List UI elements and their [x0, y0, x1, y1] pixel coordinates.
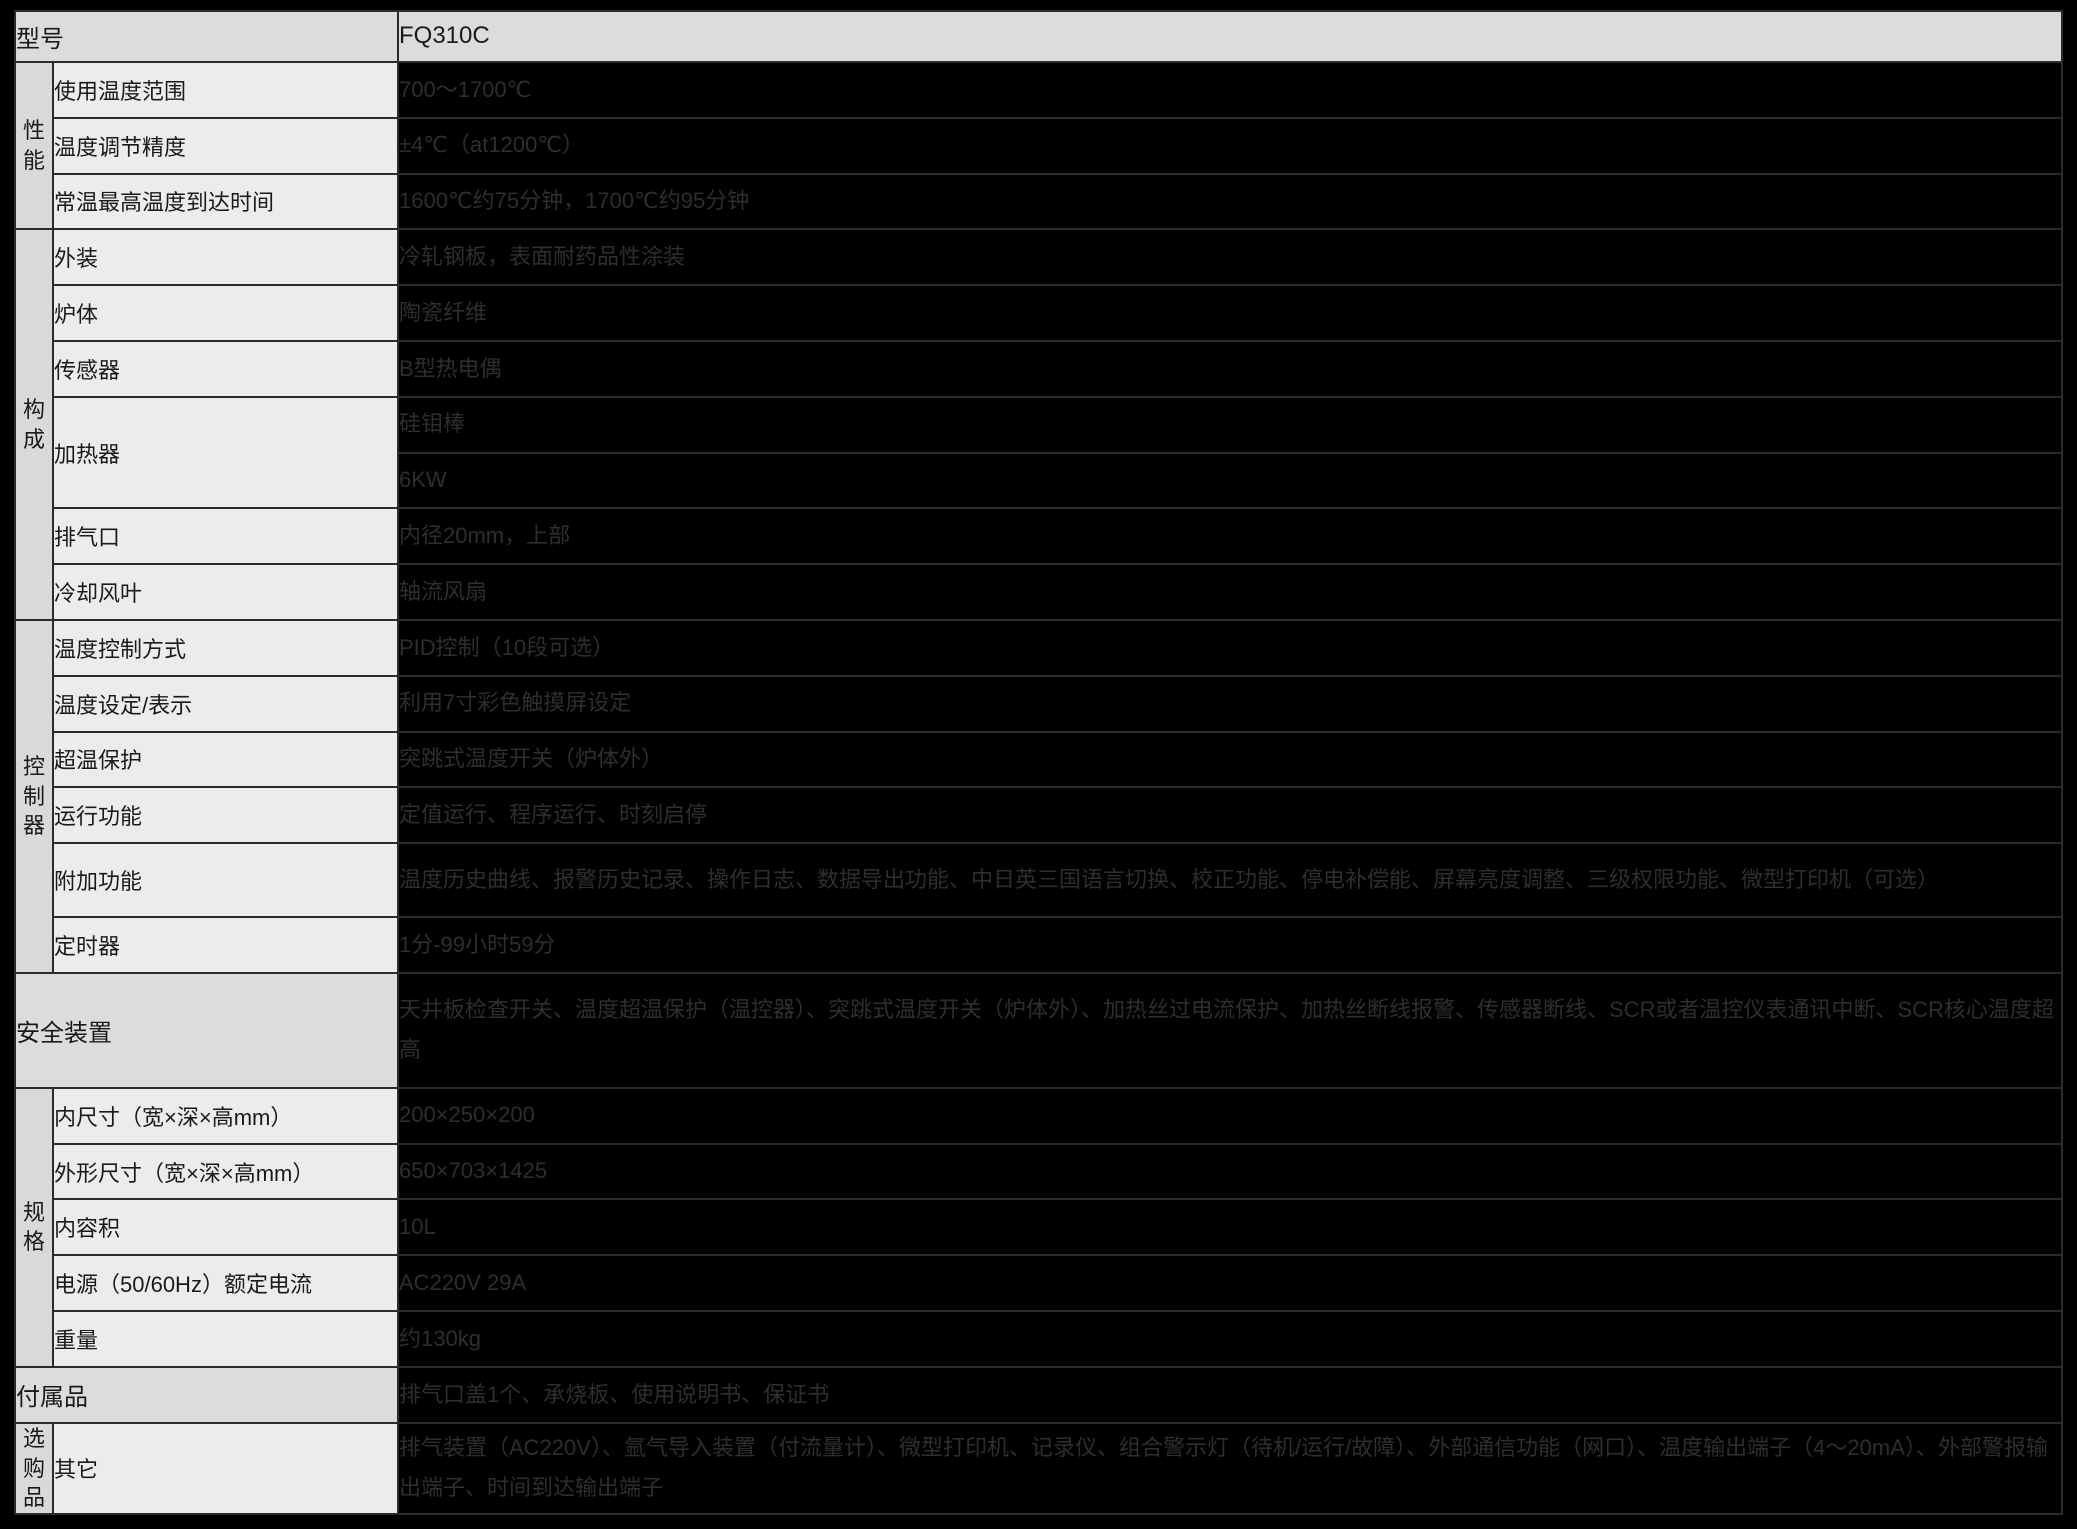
row-item-label-accessories: 付属品	[14, 1365, 399, 1424]
row-item-value-options: 排气装置（AC220V）、氩气导入装置（付流量计）、微型打印机、记录仪、组合警示…	[397, 1421, 2063, 1516]
row-item-value: 1分-99小时59分	[397, 916, 2063, 974]
row-item-value: 利用7寸彩色触摸屏设定	[397, 674, 2063, 733]
row-item-label: 使用温度范围	[52, 60, 399, 119]
row-item-label: 内容积	[52, 1198, 399, 1257]
row-item-value: PID控制（10段可选）	[397, 618, 2063, 677]
table-row: 电源（50/60Hz）额定电流 AC220V 29A	[15, 1254, 2063, 1313]
table-row: 温度设定/表示 利用7寸彩色触摸屏设定	[15, 674, 2063, 733]
row-item-label: 附加功能	[52, 842, 399, 919]
row-item-label-heater: 加热器	[52, 395, 399, 510]
table-row-safety: 安全装置 天井板检查开关、温度超温保护（温控器）、突跳式温度开关（炉体外）、加热…	[14, 971, 2063, 1089]
row-item-label: 排气口	[52, 507, 399, 566]
table-row-accessories: 付属品 排气口盖1个、承烧板、使用说明书、保证书	[14, 1365, 2063, 1424]
table-row: 常温最高温度到达时间 1600℃约75分钟，1700℃约95分钟	[15, 172, 2063, 231]
row-item-label: 炉体	[52, 284, 399, 342]
row-item-label: 运行功能	[52, 786, 399, 845]
table-row: 温度调节精度 ±4℃（at1200℃）	[15, 116, 2063, 175]
row-item-value-accessories: 排气口盖1个、承烧板、使用说明书、保证书	[397, 1365, 2063, 1424]
table-row: 超温保护 突跳式温度开关（炉体外）	[15, 730, 2063, 789]
row-item-label: 冷却风叶	[52, 563, 399, 621]
table-row: 控制器 温度控制方式 PID控制（10段可选）	[14, 618, 2063, 974]
row-item-label: 温度设定/表示	[52, 674, 399, 733]
row-item-value: B型热电偶	[397, 339, 2063, 398]
row-item-label: 常温最高温度到达时间	[52, 172, 399, 231]
row-item-value: 200×250×200	[397, 1086, 2063, 1145]
row-item-value: 冷轧钢板，表面耐药品性涂装	[397, 228, 2063, 287]
row-item-value: ±4℃（at1200℃）	[397, 116, 2063, 175]
row-item-label: 定时器	[52, 916, 399, 974]
row-item-value: 轴流风扇	[397, 563, 2063, 621]
row-item-label: 传感器	[52, 339, 399, 398]
table-row: 附加功能 温度历史曲线、报警历史记录、操作日志、数据导出功能、中日英三国语言切换…	[15, 842, 2063, 919]
row-item-value-safety: 天井板检查开关、温度超温保护（温控器）、突跳式温度开关（炉体外）、加热丝过电流保…	[397, 971, 2063, 1089]
row-item-label-safety: 安全装置	[14, 971, 399, 1089]
table-row: 性能 使用温度范围 700～1700℃	[14, 60, 2063, 231]
row-item-label-other: 其它	[52, 1421, 399, 1516]
row-item-value: 定值运行、程序运行、时刻启停	[397, 786, 2063, 845]
table-row: 传感器 B型热电偶	[15, 339, 2063, 398]
row-item-label: 外装	[52, 228, 399, 287]
row-item-value: AC220V 29A	[397, 1254, 2063, 1313]
row-item-label: 超温保护	[52, 730, 399, 789]
table-row-options: 选购品 其它 排气装置（AC220V）、氩气导入装置（付流量计）、微型打印机、记…	[14, 1421, 2063, 1516]
row-item-label: 温度调节精度	[52, 116, 399, 175]
row-item-value: 温度历史曲线、报警历史记录、操作日志、数据导出功能、中日英三国语言切换、校正功能…	[397, 842, 2063, 919]
row-item-label: 电源（50/60Hz）额定电流	[52, 1254, 399, 1313]
table-row: 排气口 内径20mm，上部	[15, 507, 2063, 566]
section-label-controller: 控制器	[14, 618, 54, 974]
row-item-value: 硅钼棒	[397, 395, 2063, 454]
row-item-value: 700～1700℃	[397, 60, 2063, 119]
header-model-value: FQ310C	[397, 10, 2063, 63]
section-label-performance: 性能	[14, 60, 54, 231]
table-row: 定时器 1分-99小时59分	[15, 916, 2063, 974]
table-row: 冷却风叶 轴流风扇	[15, 563, 2063, 621]
row-item-value: 陶瓷纤维	[397, 284, 2063, 342]
section-label-options: 选购品	[14, 1421, 54, 1516]
table-row: 外形尺寸（宽×深×高mm） 650×703×1425	[15, 1142, 2063, 1201]
row-item-value: 约130kg	[397, 1310, 2063, 1368]
table-row: 重量 约130kg	[15, 1310, 2063, 1368]
specification-table: 型号 FQ310C 性能 使用温度范围 700～1700℃ 温度调节精度 ±4℃…	[14, 10, 2063, 1516]
header-model-label: 型号	[14, 10, 399, 63]
section-label-specifications: 规格	[14, 1086, 54, 1368]
table-row: 构成 外装 冷轧钢板，表面耐药品性涂装	[14, 228, 2063, 621]
row-item-value: 突跳式温度开关（炉体外）	[397, 730, 2063, 789]
specification-table-container: 型号 FQ310C 性能 使用温度范围 700～1700℃ 温度调节精度 ±4℃…	[0, 0, 2077, 1529]
table-row: 运行功能 定值运行、程序运行、时刻启停	[15, 786, 2063, 845]
row-item-value-secondary: 6KW	[397, 451, 2063, 510]
table-row: 加热器 硅钼棒	[15, 395, 2063, 510]
row-item-label: 内尺寸（宽×深×高mm）	[52, 1086, 399, 1145]
row-item-value: 10L	[397, 1198, 2063, 1257]
table-row: 内容积 10L	[15, 1198, 2063, 1257]
row-item-label: 温度控制方式	[52, 618, 399, 677]
table-header-row: 型号 FQ310C	[14, 10, 2063, 63]
section-label-construction: 构成	[14, 228, 54, 621]
table-row: 炉体 陶瓷纤维	[15, 284, 2063, 342]
row-item-value: 内径20mm，上部	[397, 507, 2063, 566]
table-row: 规格 内尺寸（宽×深×高mm） 200×250×200	[14, 1086, 2063, 1368]
row-item-label: 外形尺寸（宽×深×高mm）	[52, 1142, 399, 1201]
row-item-label: 重量	[52, 1310, 399, 1368]
row-item-value: 1600℃约75分钟，1700℃约95分钟	[397, 172, 2063, 231]
row-item-value: 650×703×1425	[397, 1142, 2063, 1201]
